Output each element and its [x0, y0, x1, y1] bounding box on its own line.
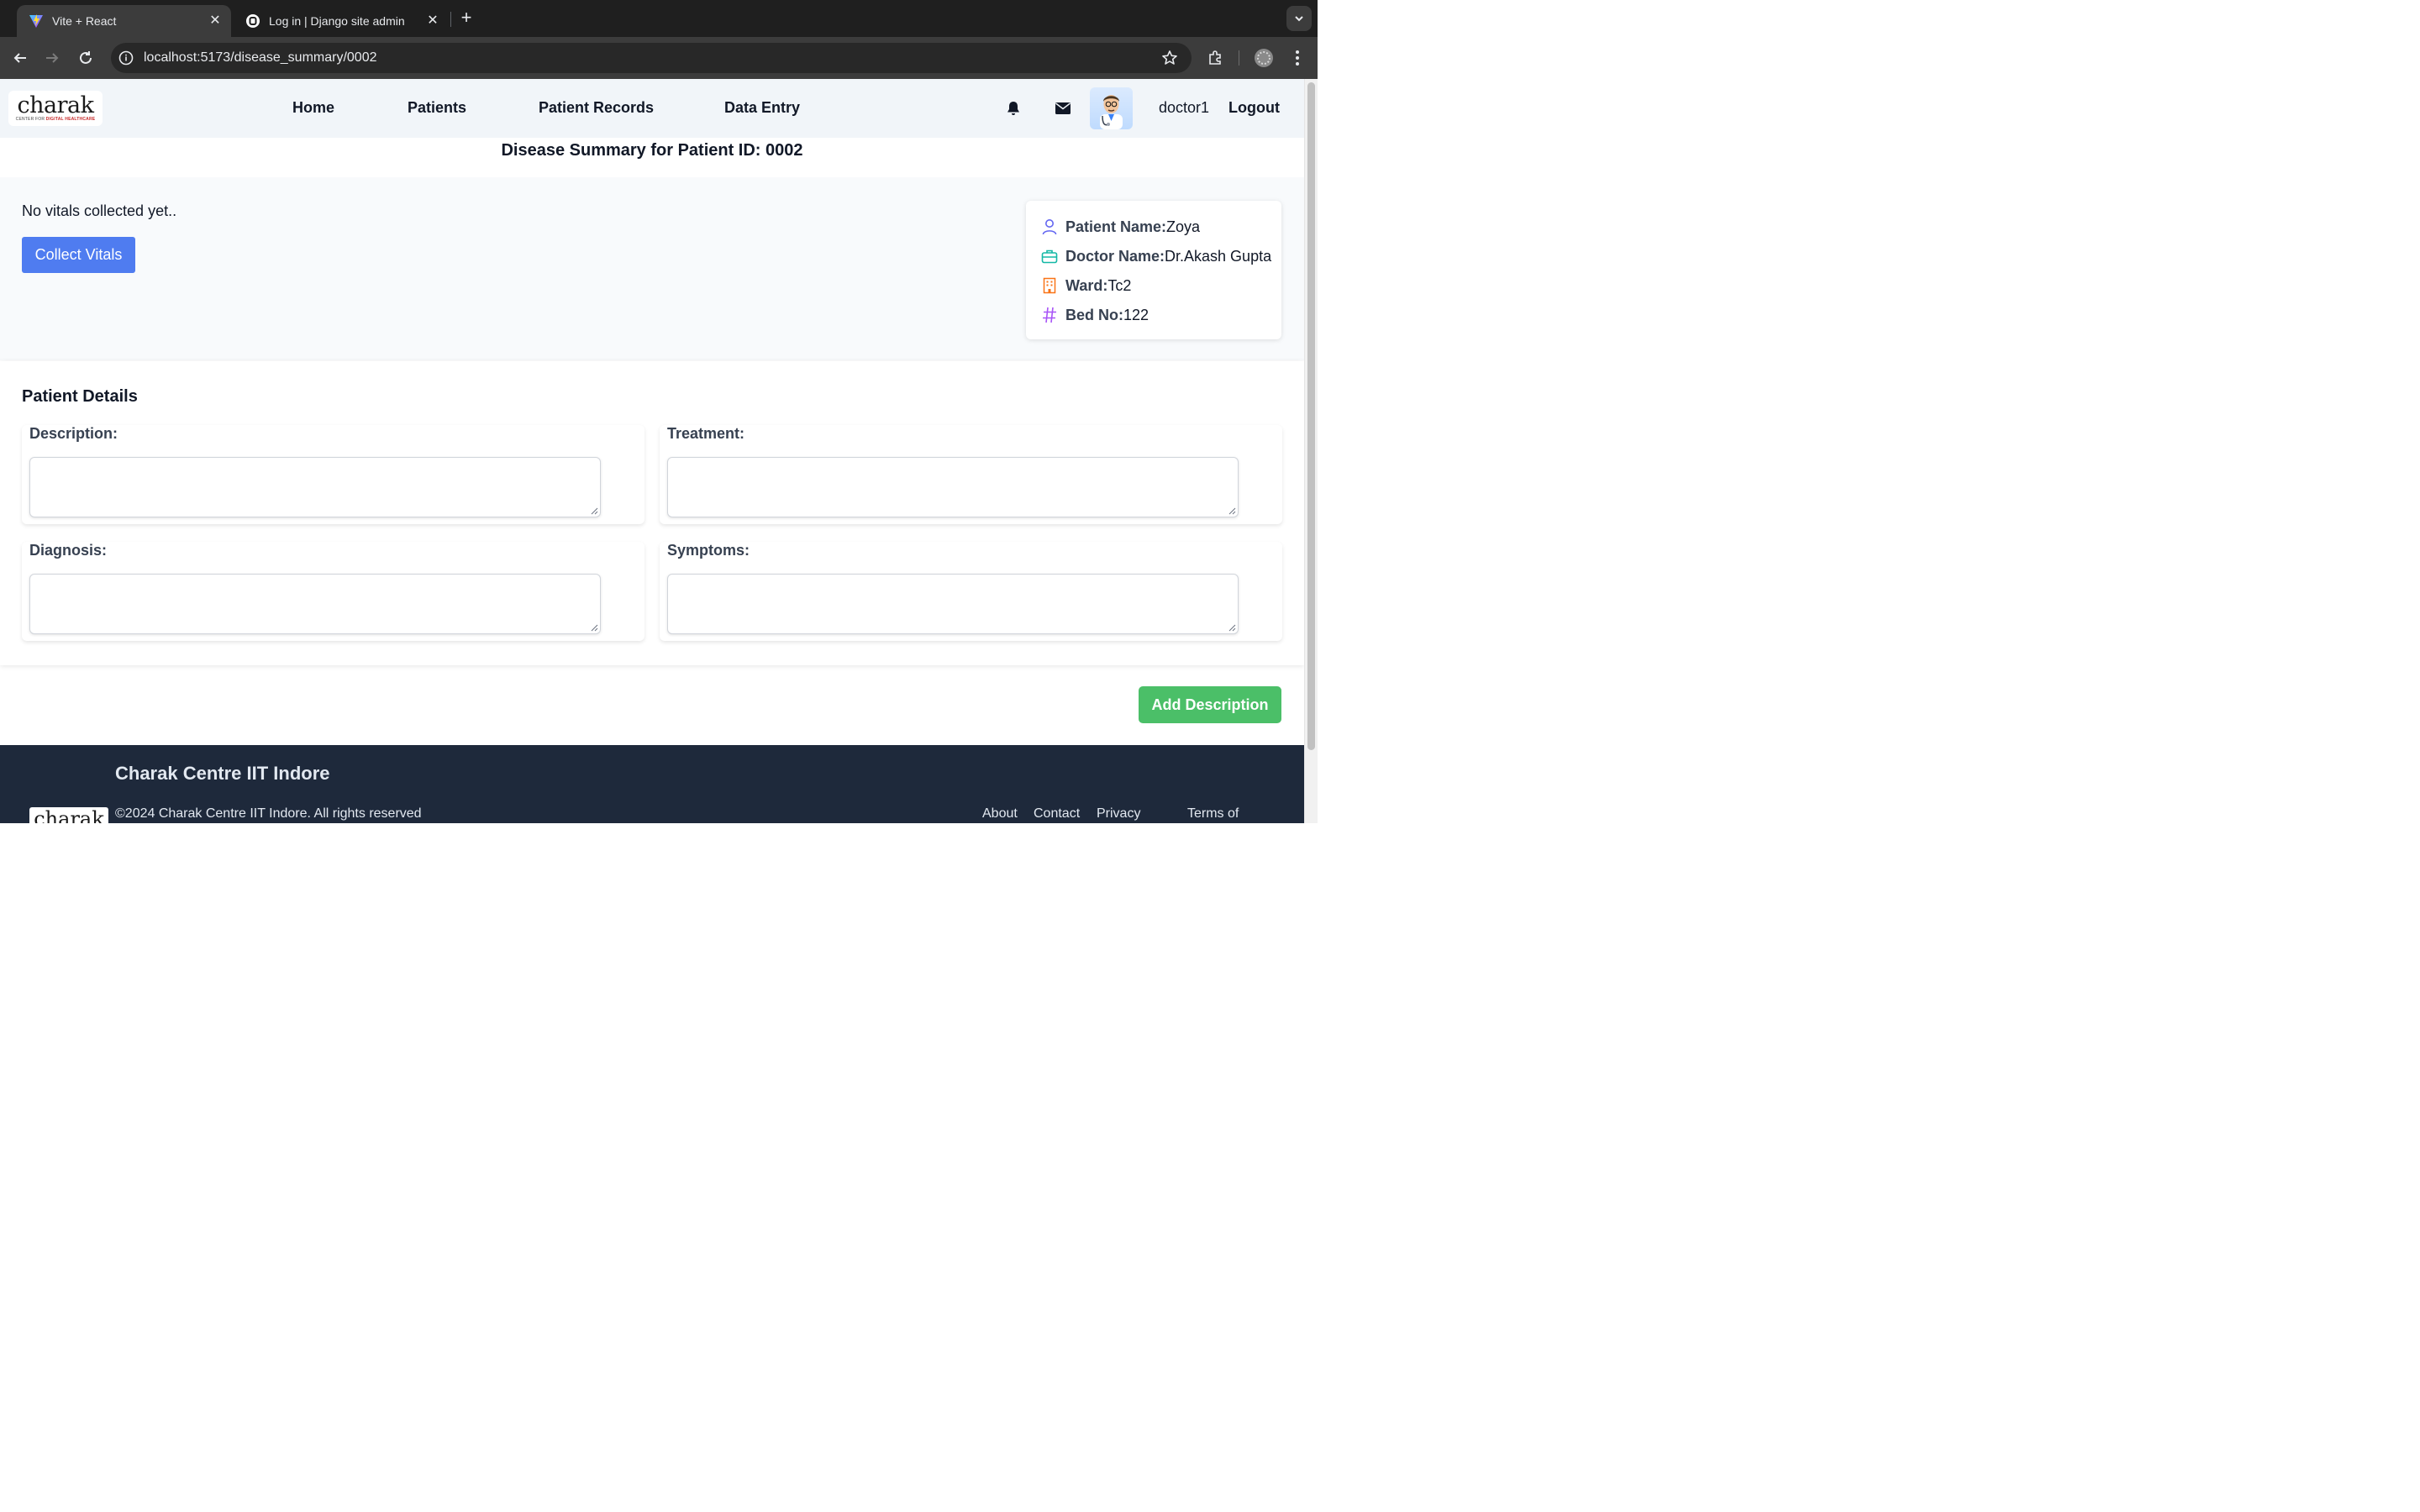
browser-menu-kebab-icon[interactable]	[1287, 48, 1307, 68]
logo-wordmark: charak	[17, 92, 94, 118]
nav-link-data-entry[interactable]: Data Entry	[724, 99, 800, 117]
description-label: Description:	[29, 425, 118, 442]
tab-close-icon[interactable]: ✕	[208, 13, 223, 29]
ward-row: Ward: Tc2	[1041, 276, 1131, 295]
browser-tab-inactive[interactable]: Log in | Django site admin ✕	[234, 5, 449, 37]
charak-logo[interactable]: charak CENTER FOR DIGITAL HEALTHCARE	[8, 91, 103, 126]
diagnosis-label: Diagnosis:	[29, 542, 108, 559]
envelope-icon[interactable]	[1055, 101, 1071, 116]
site-footer: Charak Centre IIT Indore charak ©2024 Ch…	[0, 745, 1304, 823]
browser-tab-active[interactable]: Vite + React ✕	[17, 5, 231, 37]
nav-link-home[interactable]: Home	[292, 99, 334, 117]
extensions-puzzle-icon[interactable]	[1205, 48, 1225, 68]
bed-label: Bed No:	[1065, 306, 1123, 323]
site-info-icon[interactable]	[118, 50, 134, 66]
vitals-section: No vitals collected yet.. Collect Vitals…	[0, 177, 1304, 360]
forward-arrow-icon[interactable]	[42, 48, 62, 68]
tab-title: Log in | Django site admin	[269, 14, 405, 28]
app-navbar: charak CENTER FOR DIGITAL HEALTHCARE Hom…	[0, 79, 1304, 138]
footer-link-terms[interactable]: Terms of	[1187, 806, 1239, 822]
page-viewport: charak CENTER FOR DIGITAL HEALTHCARE Hom…	[0, 79, 1304, 823]
footer-logo: charak	[29, 807, 108, 823]
profile-avatar-icon[interactable]	[1254, 48, 1274, 68]
treatment-field: Treatment:	[660, 425, 1282, 524]
doctor-name-row: Doctor Name: Dr.Akash Gupta	[1041, 247, 1271, 265]
no-vitals-message: No vitals collected yet..	[22, 202, 177, 219]
symptoms-field: Symptoms:	[660, 542, 1282, 641]
django-globe-icon	[245, 13, 260, 29]
tab-search-chevron-icon[interactable]	[1286, 6, 1312, 31]
address-bar[interactable]: localhost:5173/disease_summary/0002	[111, 43, 1192, 73]
symptoms-label: Symptoms:	[667, 542, 750, 559]
back-arrow-icon[interactable]	[10, 48, 30, 68]
logo-subtitle: CENTER FOR DIGITAL HEALTHCARE	[15, 116, 96, 122]
treatment-textarea[interactable]	[667, 457, 1239, 517]
patient-name-value: Zoya	[1166, 218, 1201, 235]
user-icon	[1041, 218, 1058, 235]
bell-icon[interactable]	[1006, 101, 1021, 116]
tab-separator	[450, 12, 451, 27]
doctor-name-value: Dr.Akash Gupta	[1165, 247, 1272, 265]
new-tab-icon[interactable]: +	[457, 8, 476, 27]
footer-link-about[interactable]: About	[982, 806, 1018, 822]
collect-vitals-button[interactable]: Collect Vitals	[22, 237, 135, 273]
username-label[interactable]: doctor1	[1159, 99, 1209, 117]
copyright-text: ©2024 Charak Centre IIT Indore. All righ…	[115, 806, 422, 821]
symptoms-textarea[interactable]	[667, 574, 1239, 634]
ward-value: Tc2	[1107, 276, 1132, 294]
bed-value: 122	[1123, 306, 1150, 323]
reload-icon[interactable]	[76, 48, 96, 68]
tab-close-icon[interactable]: ✕	[425, 13, 440, 29]
browser-toolbar: localhost:5173/disease_summary/0002	[0, 37, 1318, 79]
tab-title: Vite + React	[52, 14, 117, 28]
browser-tab-strip: Vite + React ✕ Log in | Django site admi…	[0, 0, 1318, 37]
footer-link-privacy[interactable]: Privacy	[1097, 806, 1140, 822]
add-description-button[interactable]: Add Description	[1139, 686, 1281, 723]
description-textarea[interactable]	[29, 457, 601, 517]
resize-grip-icon[interactable]	[591, 624, 598, 632]
page-title: Disease Summary for Patient ID: 0002	[501, 141, 803, 160]
doctor-avatar[interactable]	[1090, 87, 1133, 129]
hash-icon	[1041, 307, 1058, 323]
nav-link-patients[interactable]: Patients	[408, 99, 466, 117]
description-field: Description:	[22, 425, 644, 524]
url-text[interactable]: localhost:5173/disease_summary/0002	[144, 50, 377, 66]
patient-name-row: Patient Name: Zoya	[1041, 218, 1200, 236]
ward-label: Ward:	[1065, 276, 1108, 294]
treatment-label: Treatment:	[667, 425, 745, 442]
footer-link-contact[interactable]: Contact	[1034, 806, 1080, 822]
logout-button[interactable]: Logout	[1228, 99, 1280, 117]
resize-grip-icon[interactable]	[1228, 624, 1236, 632]
resize-grip-icon[interactable]	[591, 507, 598, 515]
diagnosis-field: Diagnosis:	[22, 542, 644, 641]
footer-title: Charak Centre IIT Indore	[115, 763, 330, 784]
bookmark-star-icon[interactable]	[1161, 50, 1178, 66]
nav-link-patient-records[interactable]: Patient Records	[539, 99, 654, 117]
building-icon	[1041, 277, 1058, 294]
patient-details-heading: Patient Details	[22, 387, 138, 406]
patient-info-card: Patient Name: Zoya Doctor Name: Dr.Akash G…	[1026, 201, 1281, 339]
diagnosis-textarea[interactable]	[29, 574, 601, 634]
patient-name-label: Patient Name:	[1065, 218, 1167, 235]
doctor-name-label: Doctor Name:	[1065, 247, 1165, 265]
briefcase-icon	[1041, 248, 1058, 265]
page-scrollbar-thumb[interactable]	[1307, 82, 1315, 750]
vite-logo-icon	[29, 13, 44, 29]
resize-grip-icon[interactable]	[1228, 507, 1236, 515]
bed-row: Bed No: 122	[1041, 306, 1149, 324]
patient-details-section: Patient Details Description: Treatment: …	[0, 361, 1304, 665]
